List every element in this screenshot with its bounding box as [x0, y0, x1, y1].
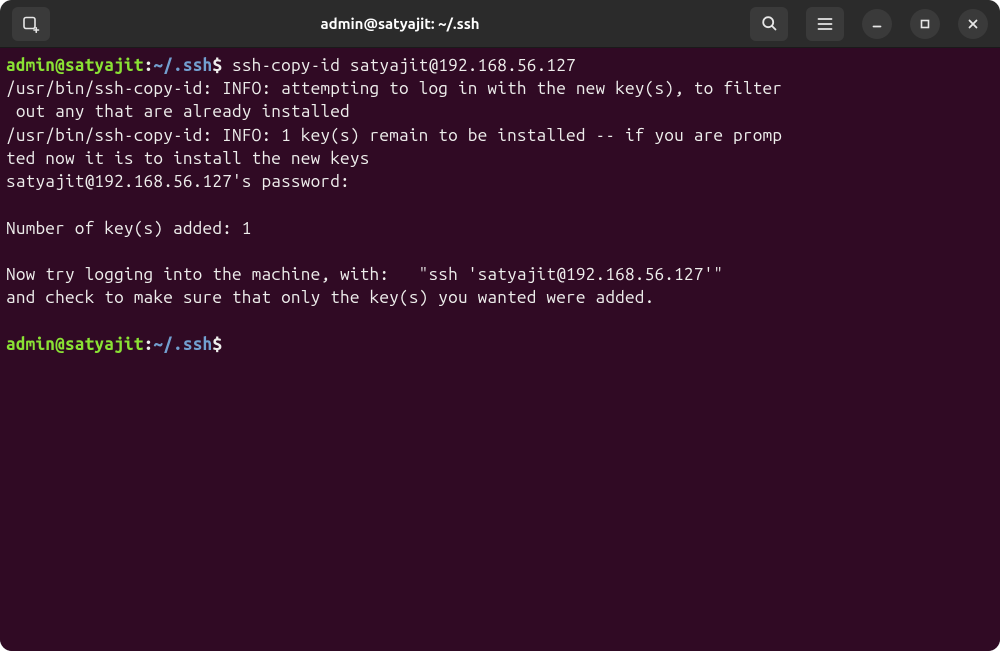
new-tab-icon	[22, 15, 40, 33]
output-blank	[6, 195, 16, 214]
output-blank	[6, 242, 16, 261]
minimize-button[interactable]	[862, 9, 892, 39]
output-line: and check to make sure that only the key…	[6, 288, 654, 307]
titlebar: admin@satyajit: ~/.ssh	[0, 0, 1000, 48]
output-line: /usr/bin/ssh-copy-id: INFO: 1 key(s) rem…	[6, 126, 782, 145]
terminal-window: admin@satyajit: ~/.ssh	[0, 0, 1000, 651]
prompt-dollar: $	[212, 335, 222, 354]
close-icon	[967, 18, 979, 30]
terminal-body[interactable]: admin@satyajit:~/.ssh$ ssh-copy-id satya…	[0, 48, 1000, 651]
prompt-path: ~/.ssh	[153, 56, 212, 75]
prompt-colon: :	[144, 335, 154, 354]
new-tab-button[interactable]	[12, 7, 50, 41]
prompt-dollar: $	[212, 56, 222, 75]
search-icon	[761, 15, 778, 32]
minimize-icon	[871, 18, 883, 30]
output-line: Number of key(s) added: 1	[6, 219, 252, 238]
prompt-colon: :	[144, 56, 154, 75]
search-button[interactable]	[750, 7, 788, 41]
prompt-user-host: admin@satyajit	[6, 56, 144, 75]
output-line: ted now it is to install the new keys	[6, 149, 370, 168]
prompt-path: ~/.ssh	[153, 335, 212, 354]
command-text: ssh-copy-id satyajit@192.168.56.127	[222, 56, 576, 75]
output-line: satyajit@192.168.56.127's password:	[6, 172, 350, 191]
maximize-button[interactable]	[910, 9, 940, 39]
titlebar-right	[746, 7, 992, 41]
window-title: admin@satyajit: ~/.ssh	[54, 15, 746, 32]
output-line: /usr/bin/ssh-copy-id: INFO: attempting t…	[6, 79, 782, 98]
output-line: out any that are already installed	[6, 102, 350, 121]
maximize-icon	[919, 18, 931, 30]
hamburger-menu-button[interactable]	[806, 7, 844, 41]
titlebar-left	[8, 7, 54, 41]
prompt-user-host: admin@satyajit	[6, 335, 144, 354]
output-line: Now try logging into the machine, with: …	[6, 265, 723, 284]
close-button[interactable]	[958, 9, 988, 39]
hamburger-icon	[817, 17, 833, 31]
output-blank	[6, 311, 16, 330]
